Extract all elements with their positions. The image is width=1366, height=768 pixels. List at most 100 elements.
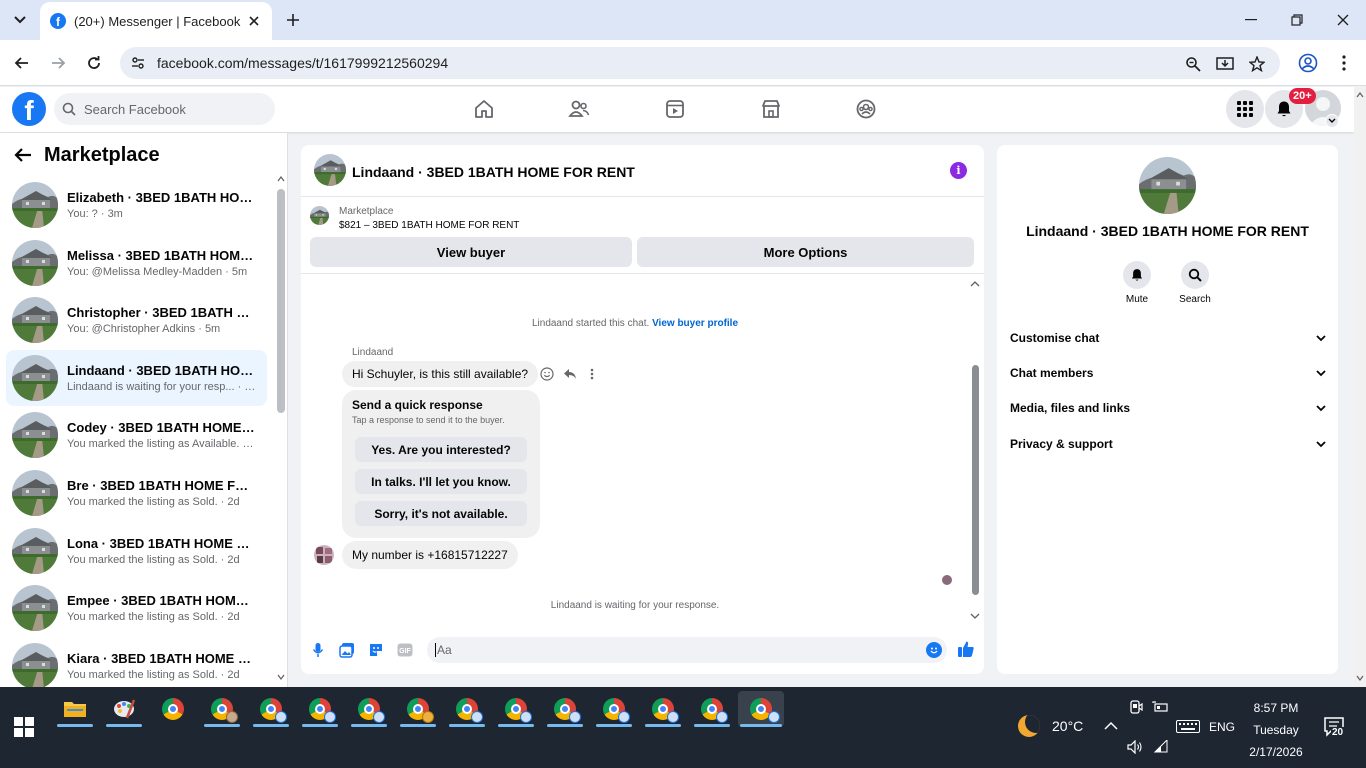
scroll-down-arrow-icon[interactable] (277, 674, 285, 680)
chat-list-item[interactable]: Kiara · 3BED 1BATH HOME FOR ... You marke… (6, 638, 267, 687)
chrome-profile-taskbar-button[interactable] (202, 691, 242, 727)
page-scrollbar[interactable] (1354, 87, 1366, 687)
tab-search-button[interactable] (8, 8, 32, 32)
scroll-up-arrow-icon[interactable] (1356, 92, 1364, 98)
scroll-down-arrow-icon[interactable] (970, 611, 980, 621)
input-language[interactable]: ENG (1209, 720, 1235, 734)
view-buyer-button[interactable]: View buyer (310, 237, 632, 267)
chrome-taskbar-button[interactable] (153, 691, 193, 727)
chrome-profile-taskbar-button[interactable] (349, 691, 389, 727)
site-info-icon[interactable] (130, 55, 146, 71)
reload-button[interactable] (82, 51, 106, 75)
chat-list-item[interactable]: Elizabeth · 3BED 1BATH HOME F... You: ? ·… (6, 177, 267, 233)
battery-icon[interactable] (1152, 701, 1168, 713)
search-in-chat-button[interactable]: Search (1170, 261, 1220, 305)
scroll-up-arrow-icon[interactable] (970, 279, 980, 289)
chat-list-item[interactable]: Empee · 3BED 1BATH HOME FO... You marked … (6, 580, 267, 636)
chrome-profile-taskbar-button[interactable] (643, 691, 683, 727)
speaker-icon[interactable] (1127, 740, 1143, 754)
quick-response-in-talks-button[interactable]: In talks. I'll let you know. (355, 469, 527, 494)
send-like-button[interactable] (956, 639, 976, 659)
chat-list-item[interactable]: Lindaand · 3BED 1BATH HOME ... Lindaand i… (6, 350, 267, 406)
voice-clip-button[interactable] (309, 641, 327, 659)
paint-taskbar-button[interactable] (104, 691, 144, 727)
taskbar-clock[interactable]: 8:57 PM Tuesday 2/17/2026 (1240, 697, 1312, 763)
conversation-scroll-thumb[interactable] (972, 365, 979, 595)
back-arrow-icon[interactable] (14, 147, 32, 163)
folder-icon (64, 702, 86, 717)
menu-button[interactable] (1226, 90, 1264, 128)
chrome-profile-taskbar-button-active[interactable] (738, 691, 784, 727)
chrome-profile-taskbar-button[interactable] (594, 691, 634, 727)
message-input[interactable]: Aa (427, 637, 947, 663)
mute-button[interactable]: Mute (1112, 261, 1162, 305)
chrome-profile-taskbar-button[interactable] (692, 691, 732, 727)
close-tab-button[interactable] (246, 13, 262, 29)
bookmark-button[interactable] (1248, 55, 1266, 73)
minimize-window-button[interactable] (1228, 0, 1274, 40)
restore-window-button[interactable] (1274, 0, 1320, 40)
file-explorer-taskbar-button[interactable] (55, 691, 95, 727)
chevron-up-icon[interactable] (1104, 721, 1118, 730)
chrome-profile-button[interactable] (1297, 52, 1319, 74)
gif-button[interactable]: GIF (396, 641, 414, 659)
chrome-profile-taskbar-button[interactable] (300, 691, 340, 727)
chrome-profile-taskbar-button[interactable] (398, 691, 438, 727)
quick-response-not-available-button[interactable]: Sorry, it's not available. (355, 501, 527, 526)
chrome-menu-button[interactable] (1333, 52, 1355, 74)
emoji-button[interactable] (926, 642, 942, 658)
back-button[interactable] (10, 51, 34, 75)
privacy-support-section[interactable]: Privacy & support (1010, 434, 1326, 454)
attach-photo-button[interactable] (338, 641, 356, 659)
account-menu-chevron-icon[interactable] (1325, 114, 1339, 128)
info-icon[interactable]: i (950, 162, 967, 179)
customise-chat-section[interactable]: Customise chat (1010, 328, 1326, 348)
facebook-search-input[interactable]: Search Facebook (54, 93, 275, 125)
scroll-down-arrow-icon[interactable] (1356, 675, 1364, 681)
chrome-profile-taskbar-button[interactable] (251, 691, 291, 727)
forward-button[interactable] (46, 51, 70, 75)
wifi-icon[interactable] (1153, 740, 1169, 754)
conversation-title[interactable]: Lindaand · 3BED 1BATH HOME FOR RENT (352, 164, 635, 180)
new-tab-button[interactable] (282, 9, 304, 31)
sticker-button[interactable] (367, 641, 385, 659)
marketplace-nav-button[interactable] (759, 97, 783, 121)
chat-list-item[interactable]: Bre · 3BED 1BATH HOME FOR R... You marked… (6, 465, 267, 521)
address-bar[interactable]: facebook.com/messages/t/1617999212560294 (120, 47, 1280, 79)
chat-info-avatar[interactable] (1139, 157, 1196, 214)
chrome-profile-taskbar-button[interactable] (545, 691, 585, 727)
zoom-button[interactable] (1184, 55, 1202, 73)
browser-tab[interactable]: f (20+) Messenger | Facebook (40, 2, 272, 40)
scroll-up-arrow-icon[interactable] (277, 176, 285, 182)
friends-nav-button[interactable] (567, 97, 591, 121)
groups-nav-button[interactable] (854, 97, 878, 121)
chat-members-section[interactable]: Chat members (1010, 363, 1326, 383)
quick-response-yes-button[interactable]: Yes. Are you interested? (355, 437, 527, 462)
chat-list-item[interactable]: Lona · 3BED 1BATH HOME FOR ... You marked… (6, 523, 267, 579)
chat-list-item[interactable]: Codey · 3BED 1BATH HOME FO... You marked … (6, 407, 267, 463)
chrome-profile-taskbar-button[interactable] (447, 691, 487, 727)
weather-widget[interactable]: 20°C (1018, 715, 1083, 737)
message-bubble[interactable]: Hi Schuyler, is this still available? (342, 361, 539, 387)
windows-start-icon[interactable] (14, 717, 34, 737)
more-options-button[interactable]: More Options (637, 237, 974, 267)
video-nav-button[interactable] (663, 97, 687, 121)
reply-button[interactable] (562, 366, 578, 382)
chrome-profile-taskbar-button[interactable] (496, 691, 536, 727)
install-app-button[interactable] (1216, 55, 1234, 73)
chat-avatar (12, 585, 58, 631)
close-window-button[interactable] (1320, 0, 1366, 40)
keyboard-icon[interactable] (1176, 720, 1200, 733)
conversation-avatar[interactable] (314, 154, 346, 186)
react-button[interactable] (539, 366, 555, 382)
media-files-links-section[interactable]: Media, files and links (1010, 398, 1326, 418)
message-bubble[interactable]: My number is +16815712227 (342, 541, 518, 569)
chat-list-scroll-thumb[interactable] (277, 189, 285, 413)
chat-list-item[interactable]: Melissa · 3BED 1BATH HOME FO... You: @Mel… (6, 235, 267, 291)
home-nav-button[interactable] (472, 97, 496, 121)
chat-list-item[interactable]: Christopher · 3BED 1BATH HOM... You: @Chr… (6, 292, 267, 348)
facebook-logo-icon[interactable]: f (12, 92, 46, 126)
message-more-button[interactable] (584, 366, 600, 382)
view-buyer-profile-link[interactable]: View buyer profile (652, 318, 738, 329)
meet-now-icon[interactable] (1129, 700, 1143, 714)
